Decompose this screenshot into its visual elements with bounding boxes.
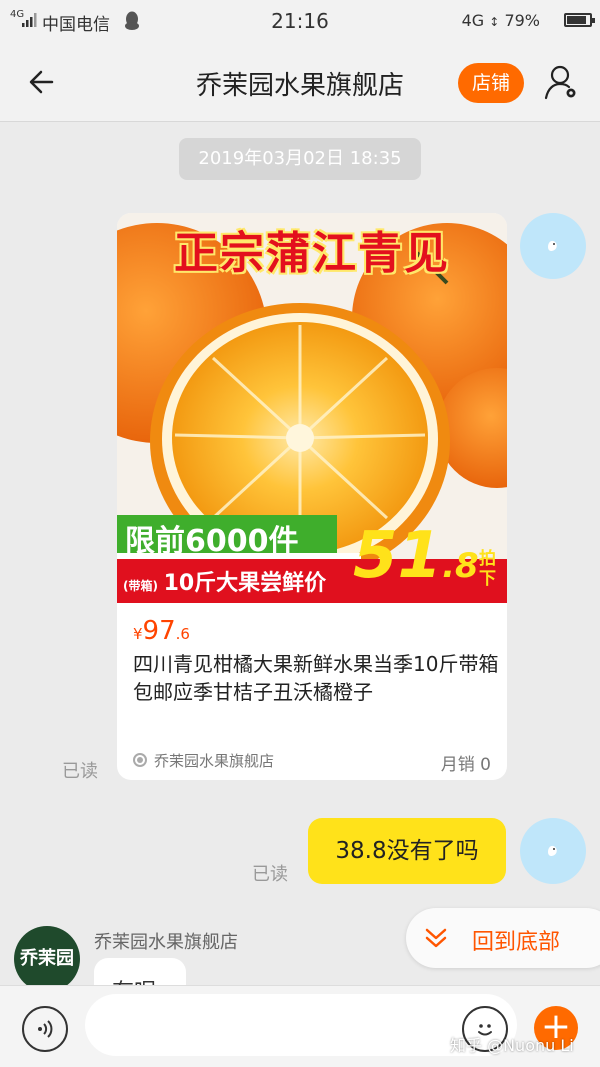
promo-price-decimal: .8 — [442, 546, 479, 586]
status-bar: 4G 中国电信 21:16 4G ↕ 79% — [0, 0, 600, 42]
shop-mini-icon — [133, 753, 147, 767]
battery-icon — [564, 13, 595, 27]
shop-avatar[interactable]: 乔茉园 — [14, 926, 80, 992]
promo-line: (带箱) 10斤大果尝鲜价 — [123, 565, 326, 597]
price-symbol: ¥ — [133, 625, 143, 643]
product-price: ¥97.6 — [133, 616, 190, 646]
promo-price-main: 51 — [353, 519, 443, 593]
box-tag: (带箱) — [123, 579, 158, 593]
read-receipt: 已读 — [252, 864, 288, 885]
limit-badge: 限前6000件 — [125, 524, 299, 559]
promo-text: 10斤大果尝鲜价 — [163, 571, 327, 596]
promo-price: 51.8 — [353, 519, 479, 593]
buy-tag: 拍下 — [479, 549, 496, 589]
user-settings-icon — [544, 65, 576, 100]
chat-timestamp: 2019年03月02日 18:35 — [179, 138, 421, 180]
nav-bar: 乔茉园水果旗舰店 店铺 — [0, 42, 600, 122]
shop-button[interactable]: 店铺 — [458, 63, 524, 103]
data-arrows-icon: ↕ — [489, 15, 500, 29]
my-message-bubble[interactable]: 38.8没有了吗 — [308, 818, 506, 884]
monthly-sales: 月销 0 — [440, 755, 491, 775]
product-shop-name: 乔茉园水果旗舰店 — [154, 752, 275, 770]
user-settings-button[interactable] — [542, 62, 582, 102]
product-card[interactable]: 正宗蒲江青见 限前6000件 (带箱) 10斤大果尝鲜价 51.8 拍下 ¥97… — [117, 213, 507, 780]
product-headline: 正宗蒲江青见 — [174, 228, 450, 279]
sender-name: 乔茉园水果旗舰店 — [94, 932, 238, 953]
product-card-footer: 乔茉园水果旗舰店 月销 0 — [117, 745, 507, 780]
double-chevron-down-icon — [425, 928, 447, 948]
my-avatar[interactable] — [520, 213, 586, 279]
watermark: 知乎 @Nuonu Li — [450, 1036, 574, 1055]
read-receipt: 已读 — [62, 761, 98, 782]
voice-button[interactable] — [22, 1006, 68, 1052]
bird-avatar-icon — [548, 240, 557, 251]
price-integer: 97 — [142, 616, 176, 646]
product-description: 四川青见柑橘大果新鲜水果当季10斤带箱包邮应季甘桔子丑沃橘橙子 — [133, 652, 499, 704]
status-right: 4G ↕ 79% — [462, 11, 540, 30]
bird-avatar-icon — [548, 845, 557, 856]
back-to-bottom-button[interactable]: 回到底部 — [406, 908, 600, 968]
product-image: 正宗蒲江青见 限前6000件 (带箱) 10斤大果尝鲜价 51.8 拍下 — [117, 213, 507, 603]
price-decimal: .6 — [175, 625, 190, 643]
right-network-type: 4G — [461, 11, 485, 30]
my-avatar[interactable] — [520, 818, 586, 884]
back-to-bottom-label: 回到底部 — [472, 930, 561, 955]
voice-wave-icon — [38, 1020, 53, 1038]
battery-percent: 79% — [504, 11, 540, 30]
